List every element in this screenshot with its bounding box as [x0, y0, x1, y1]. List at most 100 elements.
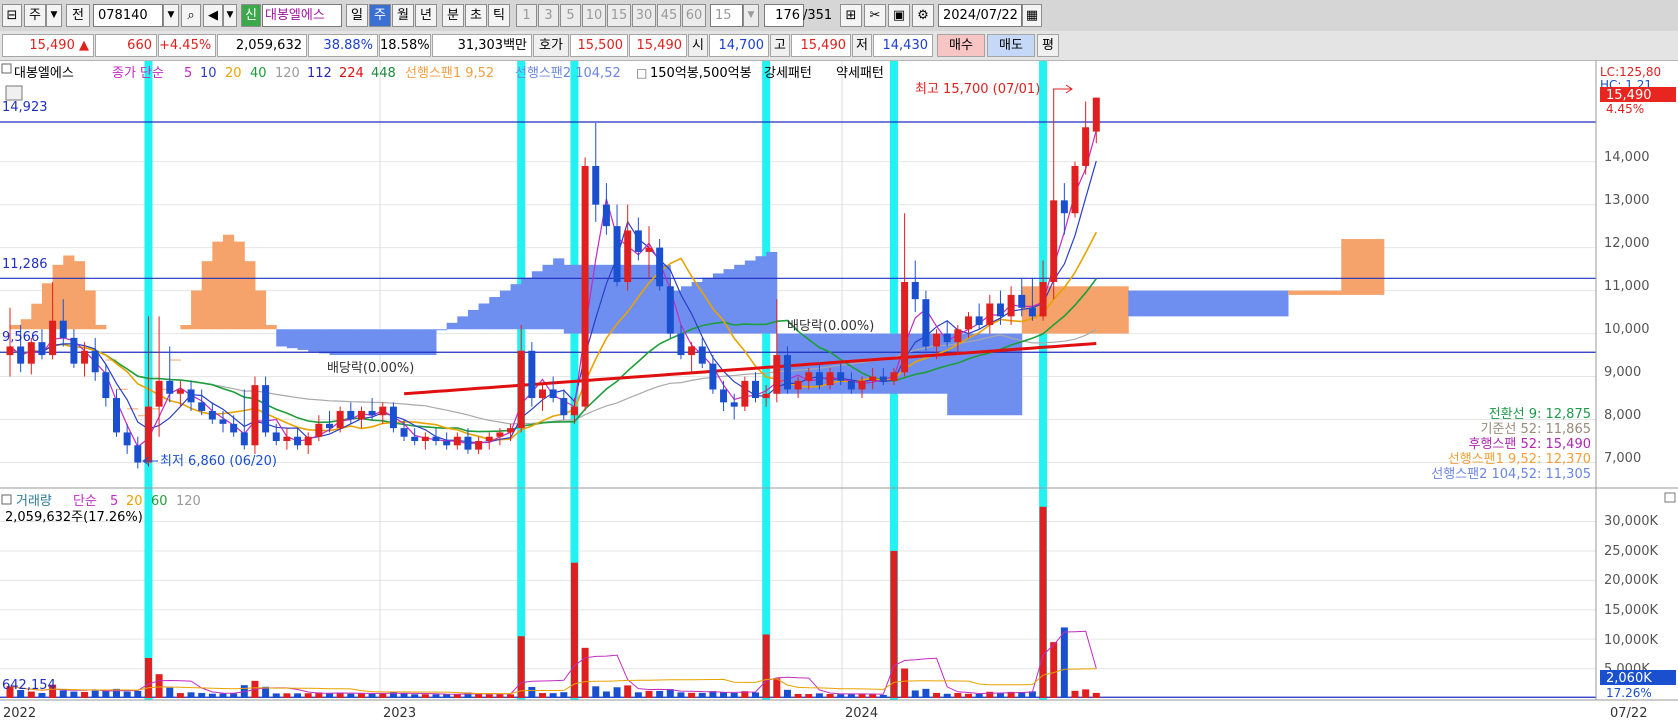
interval-45[interactable]: 45: [657, 4, 681, 27]
buy-button[interactable]: 매수: [937, 34, 985, 57]
period-day[interactable]: 일: [346, 4, 368, 27]
ma-legend-224: 224: [339, 66, 364, 81]
calendar-icon[interactable]: ▦: [1022, 4, 1042, 27]
interval-1[interactable]: 1: [516, 4, 537, 27]
chart-area: 14,000 13,000 12,000 11,000 10,000 9,000…: [0, 61, 1678, 723]
candle-body: [496, 432, 504, 437]
candle-body: [400, 428, 408, 437]
speaker-dropdown-icon[interactable]: ▼: [223, 4, 237, 27]
volume-bar: [347, 693, 355, 698]
ichimoku-cloud-segment: [1319, 290, 1332, 295]
ichimoku-cloud-segment: [1160, 290, 1172, 317]
speaker-icon[interactable]: ◀: [203, 4, 223, 27]
volume-bar: [826, 693, 834, 698]
chevron-down-icon[interactable]: ▼: [46, 4, 62, 27]
candle-body: [155, 380, 163, 407]
change-percent: +4.45%: [158, 34, 216, 57]
table-icon[interactable]: [5, 85, 23, 101]
date-input[interactable]: 2024/07/22: [938, 4, 1022, 27]
eval-button[interactable]: 평: [1037, 34, 1059, 57]
volume-ma-label: 단순: [73, 494, 97, 509]
low-label: 저: [852, 34, 872, 57]
volume-bar: [230, 693, 238, 698]
ichimoku-cloud-segment: [744, 260, 756, 334]
ma-legend-448: 448: [371, 66, 396, 81]
vol-tick-label: 10,000K: [1604, 633, 1658, 648]
code-dropdown-icon[interactable]: ▼: [163, 4, 179, 27]
volume-bar: [954, 692, 962, 698]
trade-amount: 31,303백만: [432, 34, 532, 57]
candle-settings-icon[interactable]: ⊞: [840, 4, 862, 27]
interval-10[interactable]: 10: [582, 4, 606, 27]
interval-15[interactable]: 15: [607, 4, 631, 27]
ichimoku-cloud-segment: [340, 329, 352, 356]
interval-30[interactable]: 30: [632, 4, 656, 27]
period-month[interactable]: 월: [392, 4, 414, 27]
volume-bar: [443, 694, 451, 698]
search-icon[interactable]: ⌕: [181, 4, 201, 27]
vol-tick-label: 15,000K: [1604, 603, 1658, 618]
candle-body: [613, 226, 621, 282]
ichimoku-cloud-segment: [531, 271, 543, 330]
layout-icon[interactable]: ⊟: [2, 4, 22, 27]
interval-input[interactable]: 15: [710, 4, 743, 27]
ichimoku-cloud-segment: [1181, 290, 1193, 317]
ichimoku-cloud-segment: [1085, 286, 1097, 334]
candle-body: [539, 389, 546, 399]
save-icon[interactable]: ▣: [888, 4, 910, 27]
count-input[interactable]: 176: [764, 4, 804, 27]
tool-icon[interactable]: ✂: [864, 4, 886, 27]
volume-bar: [379, 693, 387, 698]
ichimoku-cloud-segment: [1330, 290, 1342, 295]
stock-chart[interactable]: 14,000 13,000 12,000 11,000 10,000 9,000…: [0, 61, 1678, 723]
candle-body: [91, 350, 99, 373]
interval-3[interactable]: 3: [538, 4, 559, 27]
volume-bar: [634, 692, 642, 698]
period-tick[interactable]: 틱: [488, 4, 510, 27]
ichimoku-cloud-segment: [1128, 290, 1140, 317]
interval-dropdown-icon[interactable]: ▼: [743, 4, 759, 27]
ichimoku-cloud-segment: [1341, 239, 1353, 295]
gear-icon[interactable]: ⚙: [912, 4, 934, 27]
vol-tick-label: 25,000K: [1604, 544, 1658, 559]
ichimoku-cloud-segment: [489, 297, 501, 330]
candle-body: [27, 342, 35, 364]
low-price: 14,430: [873, 34, 933, 57]
candle-body: [741, 380, 749, 407]
ichimoku-cloud-segment: [254, 290, 267, 330]
volume-bar: [560, 692, 568, 698]
period-second[interactable]: 초: [465, 4, 487, 27]
sell-button[interactable]: 매도: [987, 34, 1035, 57]
interval-5[interactable]: 5: [560, 4, 581, 27]
span2-legend: 선행스팬2 104,52: [515, 65, 621, 81]
period-year[interactable]: 년: [415, 4, 437, 27]
candle-body: [624, 230, 632, 282]
candle-body: [379, 406, 387, 416]
prev-button[interactable]: 전: [66, 4, 90, 27]
ichimoku-cloud-segment: [553, 258, 565, 330]
price-tag-text: 15,490: [1606, 88, 1652, 103]
ichimoku-cloud-segment: [404, 329, 416, 356]
ichimoku-cloud-segment: [1106, 286, 1119, 334]
ichimoku-cloud-segment: [872, 333, 884, 394]
close-icon[interactable]: [1664, 492, 1676, 503]
interval-60[interactable]: 60: [682, 4, 706, 27]
candle-body: [901, 282, 909, 373]
volume-text: 2,059,632주(17.26%): [5, 510, 143, 525]
period-week[interactable]: 주: [369, 4, 391, 27]
ichimoku-cloud-segment: [265, 324, 277, 330]
period-minute[interactable]: 분: [442, 4, 464, 27]
ask-price: 15,500: [570, 34, 628, 57]
candle-body: [528, 350, 536, 399]
volume-bar: [368, 693, 376, 698]
ichimoku-cloud-segment: [1309, 290, 1321, 295]
volume-bar: [475, 694, 483, 698]
candle-body: [485, 436, 493, 442]
stock-code-input[interactable]: 078140: [93, 4, 163, 27]
hline-label: 9,566: [2, 330, 39, 345]
type-selector[interactable]: 주: [24, 4, 46, 27]
y-tick-label: 11,000: [1604, 279, 1650, 294]
ichimoku-cloud-segment: [233, 241, 245, 330]
open-price: 14,700: [709, 34, 769, 57]
vol-ma-60: 60: [151, 494, 168, 509]
